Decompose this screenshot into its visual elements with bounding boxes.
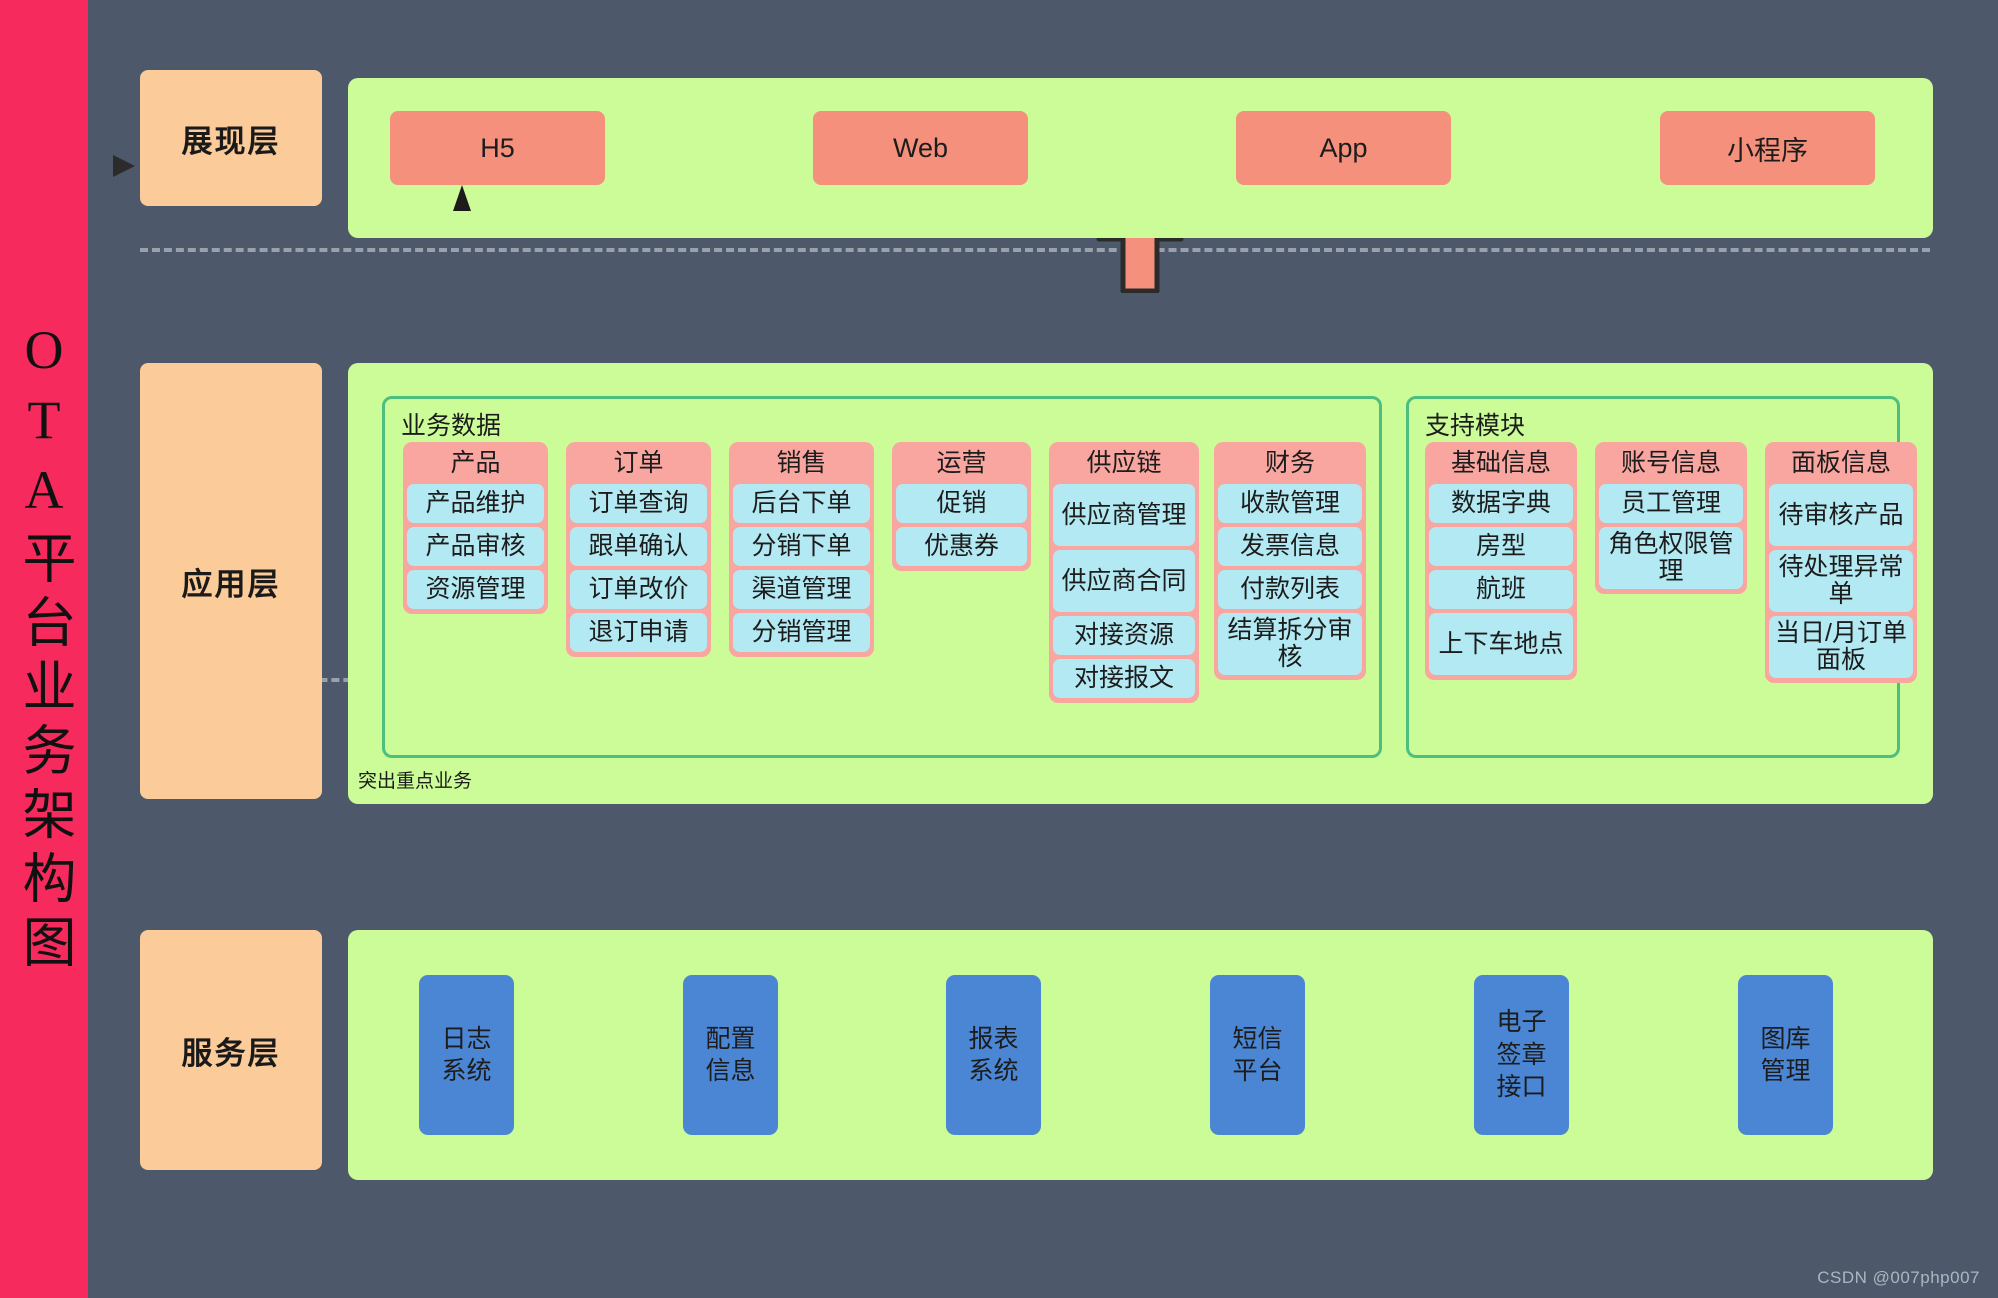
channel-box-app[interactable]: App [1236, 111, 1451, 185]
module-item-finance-0[interactable]: 收款管理 [1218, 484, 1362, 523]
module-item-order-0[interactable]: 订单查询 [570, 484, 707, 523]
module-account-info: 账号信息 员工管理 角色权限管理 [1595, 442, 1747, 594]
module-head-finance: 财务 [1264, 449, 1315, 477]
service-box-log-system[interactable]: 日志 系统 [419, 975, 514, 1135]
channel-box-h5[interactable]: H5 [390, 111, 605, 185]
group-title-support-modules: 支持模块 [1425, 412, 1526, 440]
service-box-sms-platform[interactable]: 短信 平台 [1210, 975, 1305, 1135]
module-head-account-info: 账号信息 [1620, 449, 1721, 477]
channel-box-web[interactable]: Web [813, 111, 1028, 185]
watermark: CSDN @007php007 [1817, 1268, 1980, 1287]
service-label-config-info: 配置 信息 [705, 1024, 756, 1086]
group-business-data: 业务数据 产品 产品维护 产品审核 资源管理 订单 订单查询 跟单确认 订单改价… [382, 396, 1382, 758]
module-item-sales-2[interactable]: 渠道管理 [733, 570, 870, 609]
group-title-business-data: 业务数据 [401, 412, 502, 440]
module-item-product-1[interactable]: 产品审核 [407, 527, 544, 566]
application-note: 突出重点业务 [358, 771, 473, 792]
module-item-product-0[interactable]: 产品维护 [407, 484, 544, 523]
module-item-basic-info-0[interactable]: 数据字典 [1429, 484, 1573, 523]
channel-label-miniprogram: 小程序 [1727, 135, 1808, 166]
divider-presentation-application [140, 248, 1930, 252]
module-head-sales: 销售 [776, 449, 827, 477]
layer-label-service: 服务层 [140, 930, 322, 1170]
service-label-report-system: 报表 系统 [968, 1024, 1019, 1086]
channel-label-h5: H5 [480, 132, 515, 163]
module-product: 产品 产品维护 产品审核 资源管理 [403, 442, 548, 614]
service-layer-panel: 日志 系统 配置 信息 报表 系统 短信 平台 电子 签章 接口 图库 管理 [348, 930, 1933, 1180]
group-support-modules: 支持模块 基础信息 数据字典 房型 航班 上下车地点 账号信息 员工管理 角色权… [1406, 396, 1917, 758]
module-operations: 运营 促销 优惠券 [892, 442, 1031, 571]
module-head-basic-info: 基础信息 [1450, 449, 1551, 477]
layer-label-presentation: 展现层 [140, 70, 322, 206]
vertical-title-bar: OTA平台业务架构图 [0, 0, 88, 1298]
module-item-dashboard-info-0[interactable]: 待审核产品 [1769, 484, 1913, 546]
module-item-account-info-1[interactable]: 角色权限管理 [1599, 527, 1743, 589]
diagram-canvas: OTA平台业务架构图 展现层 H5 Web App 小程序 应用层 业务数据 产… [0, 0, 1998, 1298]
layer-label-service-text: 服务层 [181, 1035, 281, 1071]
module-item-basic-info-2[interactable]: 航班 [1429, 570, 1573, 609]
module-item-sales-3[interactable]: 分销管理 [733, 613, 870, 652]
module-item-operations-1[interactable]: 优惠券 [896, 527, 1027, 566]
module-item-supply-chain-1[interactable]: 供应商合同 [1053, 550, 1195, 612]
module-order: 订单 订单查询 跟单确认 订单改价 退订申请 [566, 442, 711, 657]
module-item-account-info-0[interactable]: 员工管理 [1599, 484, 1743, 523]
channel-box-miniprogram[interactable]: 小程序 [1660, 111, 1875, 185]
module-head-product: 产品 [450, 449, 501, 477]
channel-label-web: Web [892, 132, 949, 163]
module-basic-info: 基础信息 数据字典 房型 航班 上下车地点 [1425, 442, 1577, 680]
presentation-pointer-icon [113, 155, 135, 177]
module-item-dashboard-info-2[interactable]: 当日/月订单面板 [1769, 616, 1913, 678]
module-head-dashboard-info: 面板信息 [1790, 449, 1891, 477]
application-layer-panel: 业务数据 产品 产品维护 产品审核 资源管理 订单 订单查询 跟单确认 订单改价… [348, 363, 1933, 804]
module-item-sales-1[interactable]: 分销下单 [733, 527, 870, 566]
service-label-sms-platform: 短信 平台 [1232, 1024, 1283, 1086]
layer-label-application: 应用层 [140, 363, 322, 799]
channel-label-app: App [1319, 132, 1368, 163]
module-item-finance-1[interactable]: 发票信息 [1218, 527, 1362, 566]
module-item-supply-chain-0[interactable]: 供应商管理 [1053, 484, 1195, 546]
module-item-supply-chain-2[interactable]: 对接资源 [1053, 616, 1195, 655]
service-box-e-signature-interface[interactable]: 电子 签章 接口 [1474, 975, 1569, 1135]
diagram-title: OTA平台业务架构图 [14, 320, 74, 978]
module-item-order-2[interactable]: 订单改价 [570, 570, 707, 609]
service-label-image-library: 图库 管理 [1760, 1024, 1811, 1086]
module-dashboard-info: 面板信息 待审核产品 待处理异常单 当日/月订单面板 [1765, 442, 1917, 683]
module-sales: 销售 后台下单 分销下单 渠道管理 分销管理 [729, 442, 874, 657]
module-item-dashboard-info-1[interactable]: 待处理异常单 [1769, 550, 1913, 612]
service-box-image-library[interactable]: 图库 管理 [1738, 975, 1833, 1135]
service-label-log-system: 日志 系统 [441, 1024, 492, 1086]
module-item-operations-0[interactable]: 促销 [896, 484, 1027, 523]
h5-connector-arrow-icon [453, 185, 471, 211]
module-item-supply-chain-3[interactable]: 对接报文 [1053, 659, 1195, 698]
layer-label-presentation-text: 展现层 [181, 123, 281, 159]
module-item-sales-0[interactable]: 后台下单 [733, 484, 870, 523]
module-item-basic-info-3[interactable]: 上下车地点 [1429, 613, 1573, 675]
presentation-layer-panel: H5 Web App 小程序 [348, 78, 1933, 238]
module-item-order-1[interactable]: 跟单确认 [570, 527, 707, 566]
service-box-config-info[interactable]: 配置 信息 [683, 975, 778, 1135]
module-head-operations: 运营 [936, 449, 987, 477]
module-item-finance-3[interactable]: 结算拆分审核 [1218, 613, 1362, 675]
module-head-supply-chain: 供应链 [1086, 449, 1162, 477]
layer-label-application-text: 应用层 [181, 566, 281, 602]
module-head-order: 订单 [613, 449, 664, 477]
module-item-product-2[interactable]: 资源管理 [407, 570, 544, 609]
service-label-e-signature-interface: 电子 签章 接口 [1496, 1008, 1547, 1102]
module-item-order-3[interactable]: 退订申请 [570, 613, 707, 652]
module-item-basic-info-1[interactable]: 房型 [1429, 527, 1573, 566]
module-supply-chain: 供应链 供应商管理 供应商合同 对接资源 对接报文 [1049, 442, 1199, 703]
service-box-report-system[interactable]: 报表 系统 [946, 975, 1041, 1135]
module-finance: 财务 收款管理 发票信息 付款列表 结算拆分审核 [1214, 442, 1366, 680]
module-item-finance-2[interactable]: 付款列表 [1218, 570, 1362, 609]
